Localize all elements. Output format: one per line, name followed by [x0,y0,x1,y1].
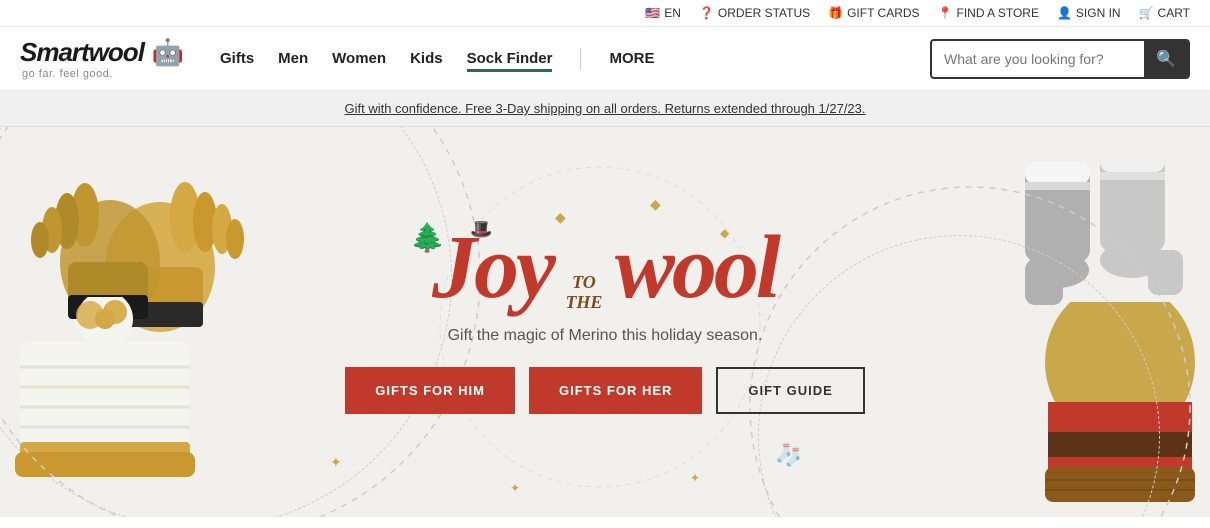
question-icon: ❓ [699,6,714,20]
gift-icon: 🎁 [828,6,843,20]
gifts-for-him-button[interactable]: GIFTS FOR HIM [345,367,515,414]
nav-divider [580,48,581,70]
logo-text: Smartwool [20,38,144,67]
nav-sock-finder[interactable]: Sock Finder [467,46,553,72]
order-status-label: ORDER STATUS [718,6,810,20]
hero-joy: Joy [432,218,553,317]
sign-in-label: SIGN IN [1076,6,1121,20]
gifts-for-her-button[interactable]: GIFTS FOR HER [529,367,702,414]
location-icon: 📍 [938,6,953,20]
hero-to-the: TO THE [565,273,602,313]
nav-men[interactable]: Men [278,46,308,71]
hero-subtitle: Gift the magic of Merino this holiday se… [345,327,865,345]
nav-women[interactable]: Women [332,46,386,71]
hero-title: Joy TO THE wool [345,230,865,313]
find-store-label: FIND A STORE [957,6,1039,20]
gift-cards-label: GIFT CARDS [847,6,919,20]
flag-icon: 🇺🇸 [645,6,660,20]
language-selector[interactable]: 🇺🇸 EN [645,6,681,20]
main-navigation: Smartwool 🤖 go far. feel good. Gifts Men… [0,27,1210,91]
gift-guide-button[interactable]: GIFT GUIDE [716,367,864,414]
logo-tagline: go far. feel good. [22,68,190,80]
svg-text:✦: ✦ [690,471,700,485]
nav-links: Gifts Men Women Kids Sock Finder MORE [220,46,930,72]
nav-kids[interactable]: Kids [410,46,443,71]
svg-text:✦: ✦ [330,454,342,470]
logo-area[interactable]: Smartwool 🤖 go far. feel good. [20,37,190,80]
nav-more[interactable]: MORE [609,46,654,71]
svg-text:🧦: 🧦 [775,442,802,468]
user-icon: 👤 [1057,6,1072,20]
cart-link[interactable]: 🛒 CART [1139,6,1190,20]
hero-the: THE [565,293,602,313]
hero-buttons: GIFTS FOR HIM GIFTS FOR HER GIFT GUIDE [345,367,865,414]
search-box: 🔍 [930,39,1190,79]
language-label: EN [664,6,681,20]
hero-center-content: Joy TO THE wool Gift the magic of Merino… [325,210,885,434]
hero-wool: wool [615,218,778,317]
cart-label: CART [1158,6,1190,20]
hero-section: 🌲 🎩 ◆ ◆ ◆ 🧦 ✦ ✦ ✦ [0,127,1210,517]
search-button[interactable]: 🔍 [1144,41,1188,77]
gift-cards-link[interactable]: 🎁 GIFT CARDS [828,6,919,20]
promo-link[interactable]: Gift with confidence. Free 3-Day shippin… [344,101,865,116]
cart-icon: 🛒 [1139,6,1154,20]
promo-banner[interactable]: Gift with confidence. Free 3-Day shippin… [0,91,1210,127]
search-icon: 🔍 [1156,49,1176,69]
logo-wool: wool [89,37,144,67]
utility-bar: 🇺🇸 EN ❓ ORDER STATUS 🎁 GIFT CARDS 📍 FIND… [0,0,1210,27]
logo-robot-icon: 🤖 [152,37,184,68]
order-status-link[interactable]: ❓ ORDER STATUS [699,6,810,20]
svg-text:✦: ✦ [510,481,520,495]
hat-left-product-image [0,297,210,497]
logo-smart: Smart [20,37,89,67]
hat-right-product-image [1030,302,1210,517]
search-input[interactable] [932,43,1144,75]
find-store-link[interactable]: 📍 FIND A STORE [938,6,1039,20]
nav-gifts[interactable]: Gifts [220,46,254,71]
hero-to: TO [572,273,596,293]
sign-in-link[interactable]: 👤 SIGN IN [1057,6,1121,20]
